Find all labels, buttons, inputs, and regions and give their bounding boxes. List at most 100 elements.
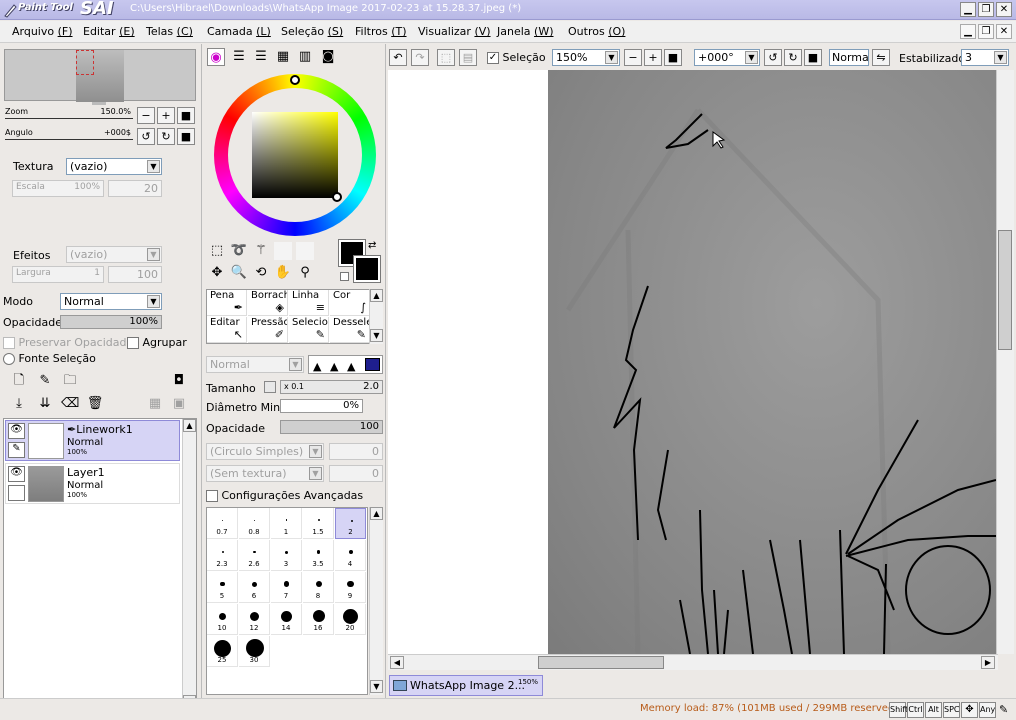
canvas-rotate-right-button[interactable]: ↻ <box>784 49 802 66</box>
tool-deselect[interactable]: Desselec✎ <box>330 317 370 343</box>
brush-size-preset-1.5[interactable]: 1.5 <box>303 508 334 539</box>
tip-square-icon[interactable] <box>365 358 380 371</box>
hue-wheel[interactable] <box>214 74 376 236</box>
menu-editar[interactable]: Editar (E) <box>83 25 135 38</box>
canvas-hscroll[interactable]: ◀ ▶ <box>388 654 998 670</box>
tool-edit[interactable]: Editar ↖ <box>207 317 247 343</box>
angle-dropdown[interactable]: +000° ▼ <box>694 49 760 66</box>
brush-size-preset-10[interactable]: 10 <box>207 604 238 635</box>
scroll-left-icon[interactable]: ◀ <box>390 656 404 669</box>
canvas-rotate-left-button[interactable]: ↺ <box>764 49 782 66</box>
brush-lock-icon[interactable] <box>8 485 25 501</box>
color-mixer-button[interactable]: ◙ <box>319 48 337 66</box>
visibility-eye-icon[interactable]: 👁 <box>8 423 25 439</box>
move-tool[interactable]: ✥ <box>208 264 226 282</box>
brush-size-preset-2[interactable]: 2 <box>335 508 366 539</box>
canvas-rotate-reset-button[interactable]: ■ <box>804 49 822 66</box>
tool-pressure[interactable]: Pressão ✐ <box>248 317 288 343</box>
menu-selecao[interactable]: Seleção (S) <box>281 25 343 38</box>
tool-pen[interactable]: Pena ✒ <box>207 290 247 316</box>
texture-dropdown[interactable]: (vazio) ▼ <box>66 158 162 175</box>
rotate-right-button[interactable]: ↻ <box>157 128 175 145</box>
brush-size-preset-14[interactable]: 14 <box>271 604 302 635</box>
brush-size-preset-30[interactable]: 30 <box>239 636 270 667</box>
layer-mode-dropdown[interactable]: Normal ▼ <box>60 293 162 310</box>
delete-layer-button[interactable]: 🗑 <box>86 395 104 413</box>
scroll-right-icon[interactable]: ▶ <box>981 656 995 669</box>
document-tab[interactable]: WhatsApp Image 2... 150% <box>389 675 543 696</box>
tip-flat-icon[interactable]: ▲ <box>347 360 355 373</box>
transfer-down-button[interactable]: ⤓ <box>10 395 28 413</box>
brush-size-preset-3.5[interactable]: 3.5 <box>303 540 334 571</box>
tool-line[interactable]: Linha ≡ <box>289 290 329 316</box>
scroll-up-icon[interactable]: ▲ <box>183 419 196 432</box>
brush-size-preset-12[interactable]: 12 <box>239 604 270 635</box>
lasso-tool[interactable]: ➰ <box>230 242 248 260</box>
close-button[interactable]: ✕ <box>996 2 1012 17</box>
canvas-image[interactable] <box>548 70 997 655</box>
scratchpad-mode-button[interactable]: ▥ <box>296 48 314 66</box>
zoom-slider[interactable]: Zoom 150.0% <box>5 107 133 119</box>
selection-source-radio[interactable]: Fonte Seleção <box>3 352 96 365</box>
brush-size-preset-25[interactable]: 25 <box>207 636 238 667</box>
layer-row-layer1[interactable]: 👁 Layer1 Normal 100% <box>5 463 180 504</box>
tip-round-icon[interactable]: ▲ <box>330 360 338 373</box>
navigator-viewport[interactable] <box>76 50 94 75</box>
scroll-down-icon[interactable]: ▼ <box>370 329 383 342</box>
menu-camada[interactable]: Camada (L) <box>207 25 271 38</box>
zoom-in-button[interactable]: + <box>157 107 175 124</box>
angle-slider[interactable]: Angulo +000$ <box>5 128 133 140</box>
brush-size-preset-6[interactable]: 6 <box>239 572 270 603</box>
brush-size-preset-0.8[interactable]: 0.8 <box>239 508 270 539</box>
view-blend-mode[interactable]: Normal <box>829 49 869 66</box>
zoom-level-dropdown[interactable]: 150% ▼ <box>552 49 620 66</box>
layer-opacity-slider[interactable]: 100% <box>60 315 162 329</box>
brush-size-preset-3[interactable]: 3 <box>271 540 302 571</box>
scroll-up-icon[interactable]: ▲ <box>370 507 383 520</box>
eyedropper-tool[interactable]: ⚲ <box>296 264 314 282</box>
canvas-zoom-out-button[interactable]: − <box>624 49 642 66</box>
transparent-color-icon[interactable] <box>340 272 349 281</box>
layer-list-vscroll[interactable]: ▲ ▼ <box>182 419 196 709</box>
brush-size-preset-2.6[interactable]: 2.6 <box>239 540 270 571</box>
brush-size-slider[interactable]: x 0.1 2.0 <box>280 380 383 394</box>
zoom-tool[interactable]: 🔍 <box>230 264 248 282</box>
saturation-value-square[interactable] <box>252 112 338 198</box>
brush-size-preset-9[interactable]: 9 <box>335 572 366 603</box>
visibility-eye-icon[interactable]: 👁 <box>8 466 25 482</box>
secondary-color-swatch[interactable] <box>353 255 381 283</box>
size-lock-icon[interactable] <box>264 381 276 393</box>
zoom-reset-button[interactable]: ■ <box>177 107 195 124</box>
tip-sharp-icon[interactable]: ▲ <box>313 360 321 373</box>
menu-arquivo[interactable]: Arquivo (F) <box>12 25 73 38</box>
show-selection-checkbox[interactable]: ✓ Seleção <box>487 51 546 64</box>
clear-layer-button[interactable]: ⌫ <box>61 395 79 413</box>
stabilizer-dropdown[interactable]: 3 ▼ <box>961 49 1009 66</box>
rotate-tool[interactable]: ⟲ <box>252 264 270 282</box>
color-wheel-mode-button[interactable]: ◉ <box>207 48 225 66</box>
menu-filtros[interactable]: Filtros (T) <box>355 25 407 38</box>
rgb-slider-mode-button[interactable]: ☰ <box>230 48 248 66</box>
rotate-reset-button[interactable]: ■ <box>177 128 195 145</box>
new-layer-button[interactable]: 🗋 <box>10 372 28 390</box>
layer-row-linework1[interactable]: 👁 ✎ ✒Linework1 Normal 100% <box>5 420 180 461</box>
scroll-down-icon[interactable]: ▼ <box>370 680 383 693</box>
tool-select[interactable]: Selecior ✎ <box>289 317 329 343</box>
flip-view-button[interactable]: ⇋ <box>872 49 890 66</box>
new-folder-button[interactable]: 🗀 <box>61 372 79 390</box>
doc-close-button[interactable]: ✕ <box>996 24 1012 39</box>
navigator-grip[interactable] <box>92 102 106 105</box>
canvas-vscroll[interactable] <box>996 70 1014 654</box>
zoom-out-button[interactable]: − <box>137 107 155 124</box>
menu-telas[interactable]: Telas (C) <box>146 25 193 38</box>
undo-button[interactable]: ↶ <box>389 49 407 66</box>
merge-down-button[interactable]: ⇊ <box>36 395 54 413</box>
brush-size-preset-7[interactable]: 7 <box>271 572 302 603</box>
brush-size-preset-20[interactable]: 20 <box>335 604 366 635</box>
brush-size-preset-5[interactable]: 5 <box>207 572 238 603</box>
clip-group-checkbox[interactable]: Agrupar <box>127 336 187 349</box>
hue-cursor[interactable] <box>290 75 300 85</box>
brush-size-preset-16[interactable]: 16 <box>303 604 334 635</box>
hsv-slider-mode-button[interactable]: ☰ <box>252 48 270 66</box>
tool-color[interactable]: Cor ∫ <box>330 290 370 316</box>
